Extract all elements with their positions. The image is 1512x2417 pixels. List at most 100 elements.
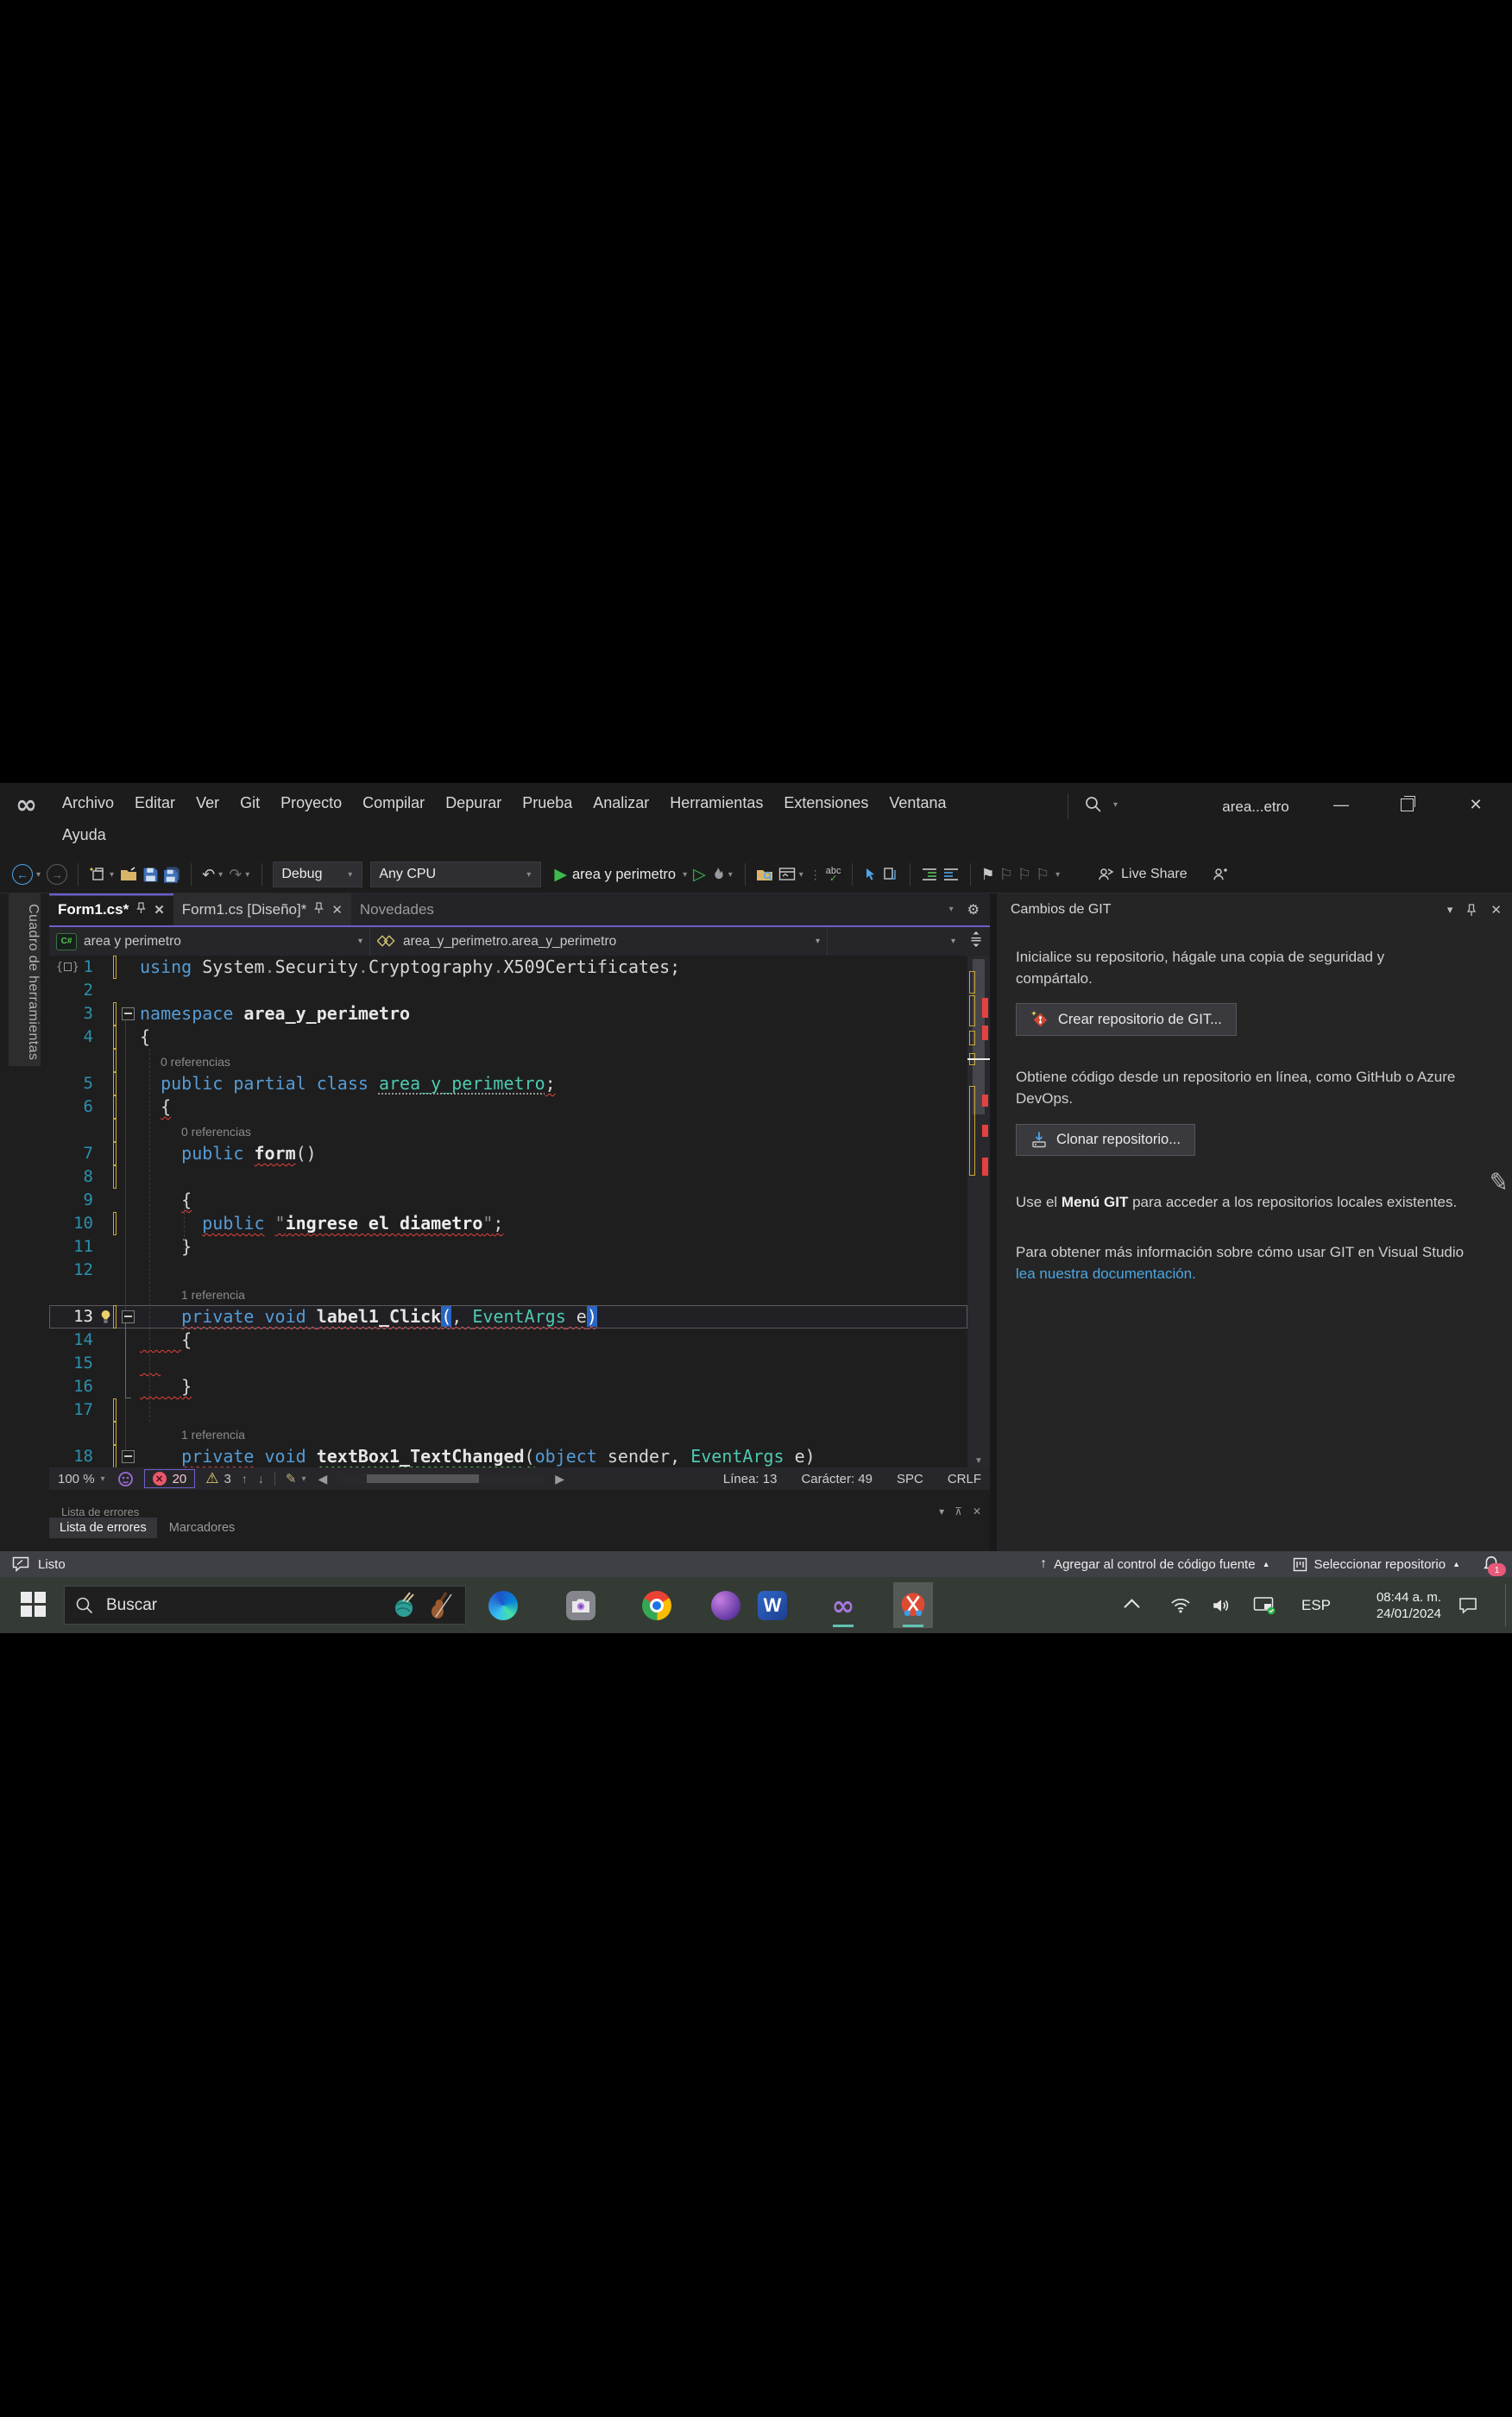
fold-toggle[interactable] (122, 1450, 135, 1463)
hscroll-left-arrow-icon[interactable]: ◀ (318, 1472, 327, 1486)
git-panel-close-icon[interactable]: ✕ (1490, 902, 1502, 918)
project-dropdown[interactable]: C# area y perimetro▾ (49, 927, 370, 956)
code-line-6[interactable]: 6 { (49, 1095, 967, 1119)
taskbar-microsoft365-icon[interactable] (706, 1582, 746, 1628)
next-bookmark-icon[interactable]: ⚐ (1017, 866, 1031, 884)
error-list-panel-header[interactable]: Lista de errores ▾ ⊼ ✕ (49, 1503, 990, 1518)
bottom-panel-tab[interactable]: Marcadores (159, 1518, 246, 1538)
space-mode-indicator[interactable]: SPC (897, 1472, 923, 1486)
menu-item-extensiones[interactable]: Extensiones (773, 788, 879, 818)
codelens-row[interactable]: 0 referencias (49, 1119, 967, 1142)
menu-item-analizar[interactable]: Analizar (583, 788, 659, 818)
create-git-repo-button[interactable]: Crear repositorio de GIT... (1016, 1003, 1237, 1036)
find-in-files-button[interactable] (756, 867, 774, 882)
select-repository-button[interactable]: Seleccionar repositorio ▲ (1293, 1557, 1461, 1572)
git-panel-dropdown-icon[interactable]: ▾ (1447, 903, 1453, 917)
hot-reload-button[interactable]: ▾ (710, 867, 734, 883)
editor-health-icon[interactable] (117, 1471, 134, 1487)
tab-close-icon[interactable]: ✕ (154, 902, 165, 918)
codelens-row[interactable]: 1 referencia (49, 1422, 967, 1445)
code-line-17[interactable]: 17 (49, 1398, 967, 1422)
taskbar-camera-icon[interactable] (561, 1582, 601, 1628)
start-debugging-button[interactable]: ▶ area y perimetro ▾ (554, 865, 689, 885)
previous-bookmark-icon[interactable]: ⚐ (999, 866, 1013, 884)
tray-expand-chevron-icon[interactable] (1126, 1577, 1137, 1633)
toggle-bookmark-icon[interactable]: ⚑ (981, 866, 995, 884)
window-layout-dropdown-icon[interactable]: ▾ (797, 870, 805, 880)
add-to-source-control-button[interactable]: ↑ Agregar al control de código fuente ▲ (1040, 1556, 1269, 1572)
fold-toggle[interactable] (122, 1007, 135, 1020)
tab-close-icon[interactable]: ✕ (331, 902, 343, 918)
menu-item-git[interactable]: Git (230, 788, 270, 818)
start-without-debugging-icon[interactable]: ▷ (693, 865, 706, 885)
minimize-button[interactable]: — (1319, 783, 1364, 826)
bookmarks-dropdown-icon[interactable]: ▾ (1054, 870, 1062, 880)
solution-configuration-dropdown[interactable]: Debug▾ (273, 861, 362, 887)
search-dropdown-icon[interactable]: ▾ (1112, 800, 1119, 810)
taskbar-visual-studio-icon[interactable]: ∞ (823, 1582, 863, 1628)
go-to-definition-icon[interactable] (863, 867, 879, 882)
tab-list-dropdown-icon[interactable]: ▾ (948, 905, 955, 914)
warning-count-filter[interactable]: ⚠ 3 (205, 1470, 231, 1487)
code-line-11[interactable]: 11 } (49, 1235, 967, 1259)
hscroll-right-arrow-icon[interactable]: ▶ (555, 1472, 564, 1486)
tab-pin-icon[interactable] (314, 901, 324, 918)
navigate-forward-icon[interactable]: → (47, 864, 67, 885)
fold-toggle[interactable] (122, 1310, 135, 1323)
code-line-9[interactable]: 9 { (49, 1189, 967, 1212)
next-issue-icon[interactable]: ↓ (258, 1472, 264, 1486)
codelens-references[interactable]: 0 referencias (140, 1055, 230, 1069)
feedback-pencil-icon[interactable]: ✎ (1486, 1167, 1510, 1198)
navigate-back-icon[interactable]: ← (12, 864, 33, 885)
maximize-button[interactable] (1384, 783, 1429, 826)
increase-indent-icon[interactable] (942, 868, 960, 881)
menu-item-compilar[interactable]: Compilar (352, 788, 435, 818)
cast-device-icon[interactable] (1253, 1577, 1277, 1633)
menu-item-proyecto[interactable]: Proyecto (270, 788, 352, 818)
keyboard-language-indicator[interactable]: ESP (1301, 1577, 1331, 1633)
new-item-dropdown-icon[interactable]: ▾ (108, 870, 116, 880)
close-button[interactable]: ✕ (1453, 783, 1498, 826)
editor-horizontal-scrollbar[interactable] (337, 1474, 545, 1484)
spell-check-icon[interactable]: abc✓ (826, 868, 841, 883)
notifications-bell-icon[interactable]: 1 (1483, 1556, 1500, 1573)
bottom-panel-tab[interactable]: Lista de errores (49, 1518, 157, 1538)
add-collaborator-icon[interactable] (1211, 867, 1228, 882)
editor-git-splitter[interactable] (990, 893, 997, 1551)
taskbar-search-box[interactable]: Buscar (64, 1586, 466, 1625)
clone-repo-button[interactable]: Clonar repositorio... (1016, 1124, 1195, 1156)
code-line-4[interactable]: 4{ (49, 1025, 967, 1049)
start-button[interactable] (21, 1592, 47, 1618)
code-line-2[interactable]: 2 (49, 979, 967, 1002)
code-line-10[interactable]: 10 public "ingrese el diametro"; (49, 1212, 967, 1235)
redo-icon[interactable]: ↷ (229, 866, 242, 884)
editor-settings-gear-icon[interactable]: ⚙ (967, 901, 980, 918)
editor-vertical-scrollbar[interactable]: ▲ ▼ (967, 956, 990, 1467)
menu-item-editar[interactable]: Editar (124, 788, 186, 818)
panel-dropdown-icon[interactable]: ▾ (939, 1505, 944, 1518)
taskbar-edge-icon[interactable] (483, 1582, 523, 1628)
split-editor-handle[interactable] (962, 931, 990, 952)
menu-item-depurar[interactable]: Depurar (435, 788, 512, 818)
menu-item-ver[interactable]: Ver (186, 788, 230, 818)
menu-item-ayuda[interactable]: Ayuda (52, 820, 117, 850)
save-button[interactable] (142, 867, 159, 883)
git-panel-pin-icon[interactable] (1466, 904, 1477, 917)
codelens-references[interactable]: 1 referencia (140, 1428, 245, 1442)
panel-close-icon[interactable]: ✕ (973, 1505, 981, 1518)
taskbar-word-icon[interactable]: W (753, 1582, 792, 1628)
code-line-8[interactable]: 8 (49, 1165, 967, 1189)
code-line-5[interactable]: 5 public partial class area_y_perimetro; (49, 1072, 967, 1095)
live-share-button[interactable]: Live Share (1097, 867, 1188, 882)
menu-item-herramientas[interactable]: Herramientas (659, 788, 773, 818)
clock[interactable]: 08:44 a. m. 24/01/2024 (1346, 1577, 1441, 1633)
menu-item-prueba[interactable]: Prueba (512, 788, 583, 818)
document-tab[interactable]: Novedades (351, 893, 443, 925)
codelens-references[interactable]: 1 referencia (140, 1288, 245, 1302)
code-line-7[interactable]: 7 public form() (49, 1142, 967, 1165)
undo-dropdown-icon[interactable]: ▾ (217, 870, 224, 880)
codelens-row[interactable]: 1 referencia (49, 1282, 967, 1305)
hot-reload-dropdown-icon[interactable]: ▾ (727, 870, 734, 880)
error-count-filter[interactable]: ✕ 20 (144, 1469, 196, 1488)
navigate-structure-icon[interactable] (883, 867, 899, 882)
